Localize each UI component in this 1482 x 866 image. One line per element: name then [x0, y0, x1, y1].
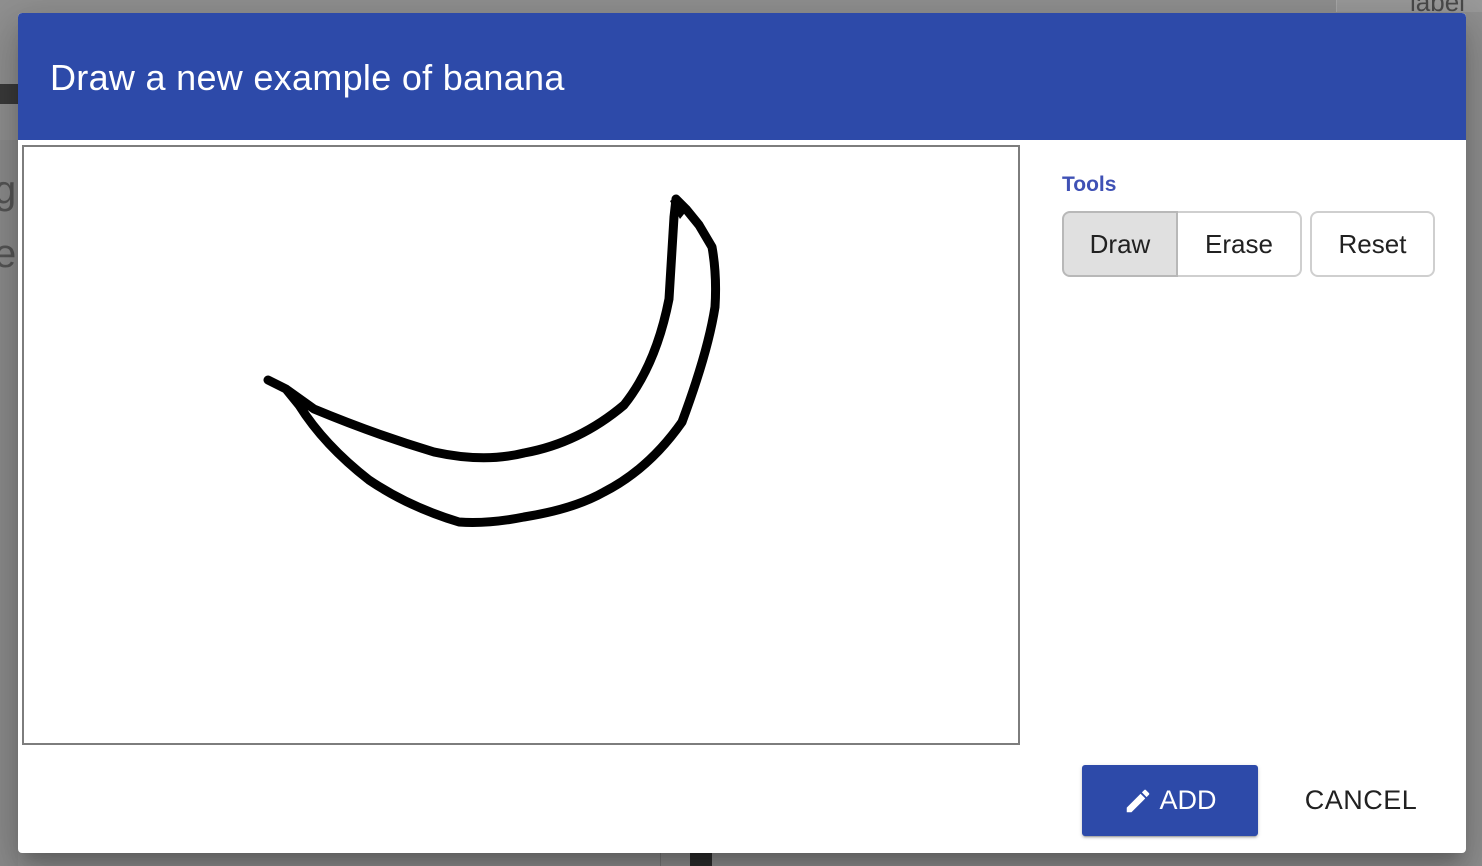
draw-example-dialog: Draw a new example of banana Tools Draw … — [18, 13, 1466, 853]
add-button[interactable]: ADD — [1082, 765, 1258, 836]
dialog-header: Draw a new example of banana — [18, 13, 1466, 140]
drawing-canvas[interactable] — [22, 145, 1020, 745]
background-bar — [0, 84, 18, 104]
reset-button[interactable]: Reset — [1310, 211, 1435, 277]
tools-label: Tools — [1062, 173, 1117, 196]
dialog-title: Draw a new example of banana — [50, 57, 565, 98]
pencil-icon — [1123, 786, 1153, 816]
banana-drawing-stroke — [263, 194, 721, 527]
background-text-fragment: g — [0, 168, 17, 212]
erase-tool-button[interactable]: Erase — [1178, 211, 1302, 277]
background-text-fragment: e — [0, 232, 17, 276]
background-block — [690, 852, 712, 866]
add-button-label: ADD — [1159, 785, 1217, 815]
tool-toggle-group: Draw Erase — [1062, 211, 1302, 277]
background-divider — [660, 852, 661, 866]
cancel-button[interactable]: CANCEL — [1284, 765, 1438, 836]
drawing-surface[interactable] — [24, 147, 1018, 743]
draw-tool-button[interactable]: Draw — [1062, 211, 1178, 277]
